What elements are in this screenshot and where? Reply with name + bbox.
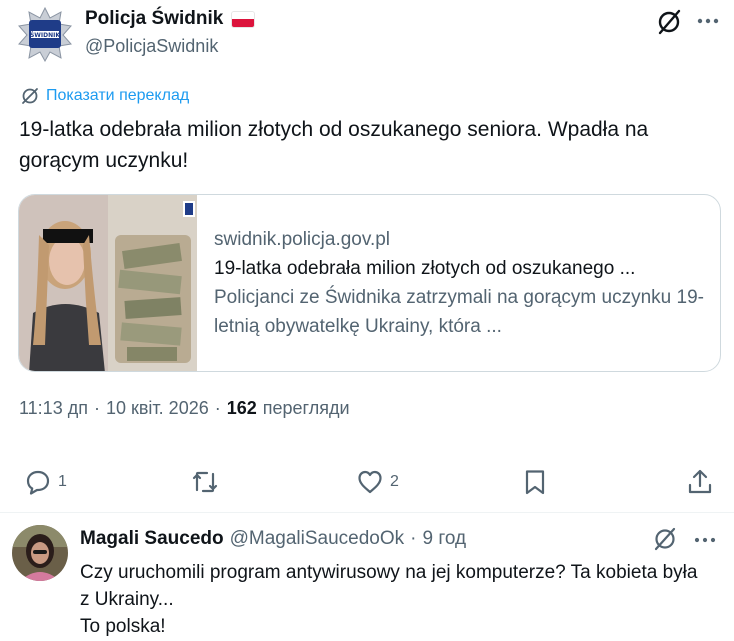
author-name-row[interactable]: Policja Świdnik	[85, 8, 256, 30]
bookmark-button[interactable]	[521, 468, 549, 496]
meta-separator: ·	[93, 398, 100, 418]
meta-separator: ·	[214, 398, 221, 418]
views-label: перегляди	[262, 398, 350, 418]
reply-more-options-icon[interactable]	[693, 533, 717, 545]
reply-button[interactable]: 1	[24, 468, 67, 496]
translate-icon	[22, 88, 38, 104]
card-description: Policjanci ze Świdnika zatrzymali na gor…	[214, 287, 704, 337]
share-icon	[688, 469, 712, 494]
card-thumbnail[interactable]	[19, 195, 197, 371]
tweet-text: 19-latka odebrała milion złotych od oszu…	[19, 118, 649, 172]
retweet-button[interactable]	[190, 468, 220, 496]
reply-icon	[26, 470, 50, 495]
heart-icon	[358, 470, 382, 494]
reply-time[interactable]: 9 год	[422, 528, 466, 550]
reply-author-avatar[interactable]	[12, 525, 68, 581]
card-domain: swidnik.policja.gov.pl	[214, 229, 391, 250]
tweet-date[interactable]: 10 квіт. 2026	[106, 398, 209, 419]
link-preview-card[interactable]: swidnik.policja.gov.pl 19-latka odebrała…	[18, 194, 721, 372]
poland-flag-icon	[231, 10, 256, 28]
reply-text: Czy uruchomili program antywirusowy na j…	[80, 562, 698, 637]
bookmark-icon	[525, 470, 545, 495]
retweet-icon	[192, 471, 218, 493]
divider	[0, 512, 734, 513]
reply-header: Magali Saucedo @MagaliSaucedoOk · 9 год	[80, 528, 466, 550]
more-options-icon[interactable]	[695, 14, 721, 28]
reply-count: 1	[58, 473, 67, 490]
avatar-badge-text: ŚWIDNIK	[30, 32, 60, 39]
card-title: 19-latka odebrała milion złotych od oszu…	[214, 258, 636, 279]
author-name[interactable]: Policja Świdnik	[85, 8, 223, 30]
reply-author-handle[interactable]: @MagaliSaucedoOk	[230, 528, 405, 550]
author-handle[interactable]: @PolicjaSwidnik	[85, 36, 218, 57]
like-count: 2	[390, 473, 399, 490]
tweet-time[interactable]: 11:13 дп	[19, 398, 88, 419]
grok-icon[interactable]	[655, 8, 683, 36]
like-button[interactable]: 2	[356, 468, 399, 496]
tweet-meta: 11:13 дп · 10 квіт. 2026 · 162 перегляди	[19, 398, 350, 419]
views-count: 162	[226, 398, 257, 418]
share-button[interactable]	[686, 468, 714, 496]
translate-label[interactable]: Показати переклад	[46, 87, 189, 105]
reply-grok-icon[interactable]	[652, 526, 678, 552]
reply-separator: ·	[410, 528, 417, 549]
author-avatar[interactable]: ŚWIDNIK	[17, 6, 73, 63]
show-translation-link[interactable]: Показати переклад	[20, 86, 189, 106]
reply-author-name[interactable]: Magali Saucedo	[80, 528, 224, 550]
